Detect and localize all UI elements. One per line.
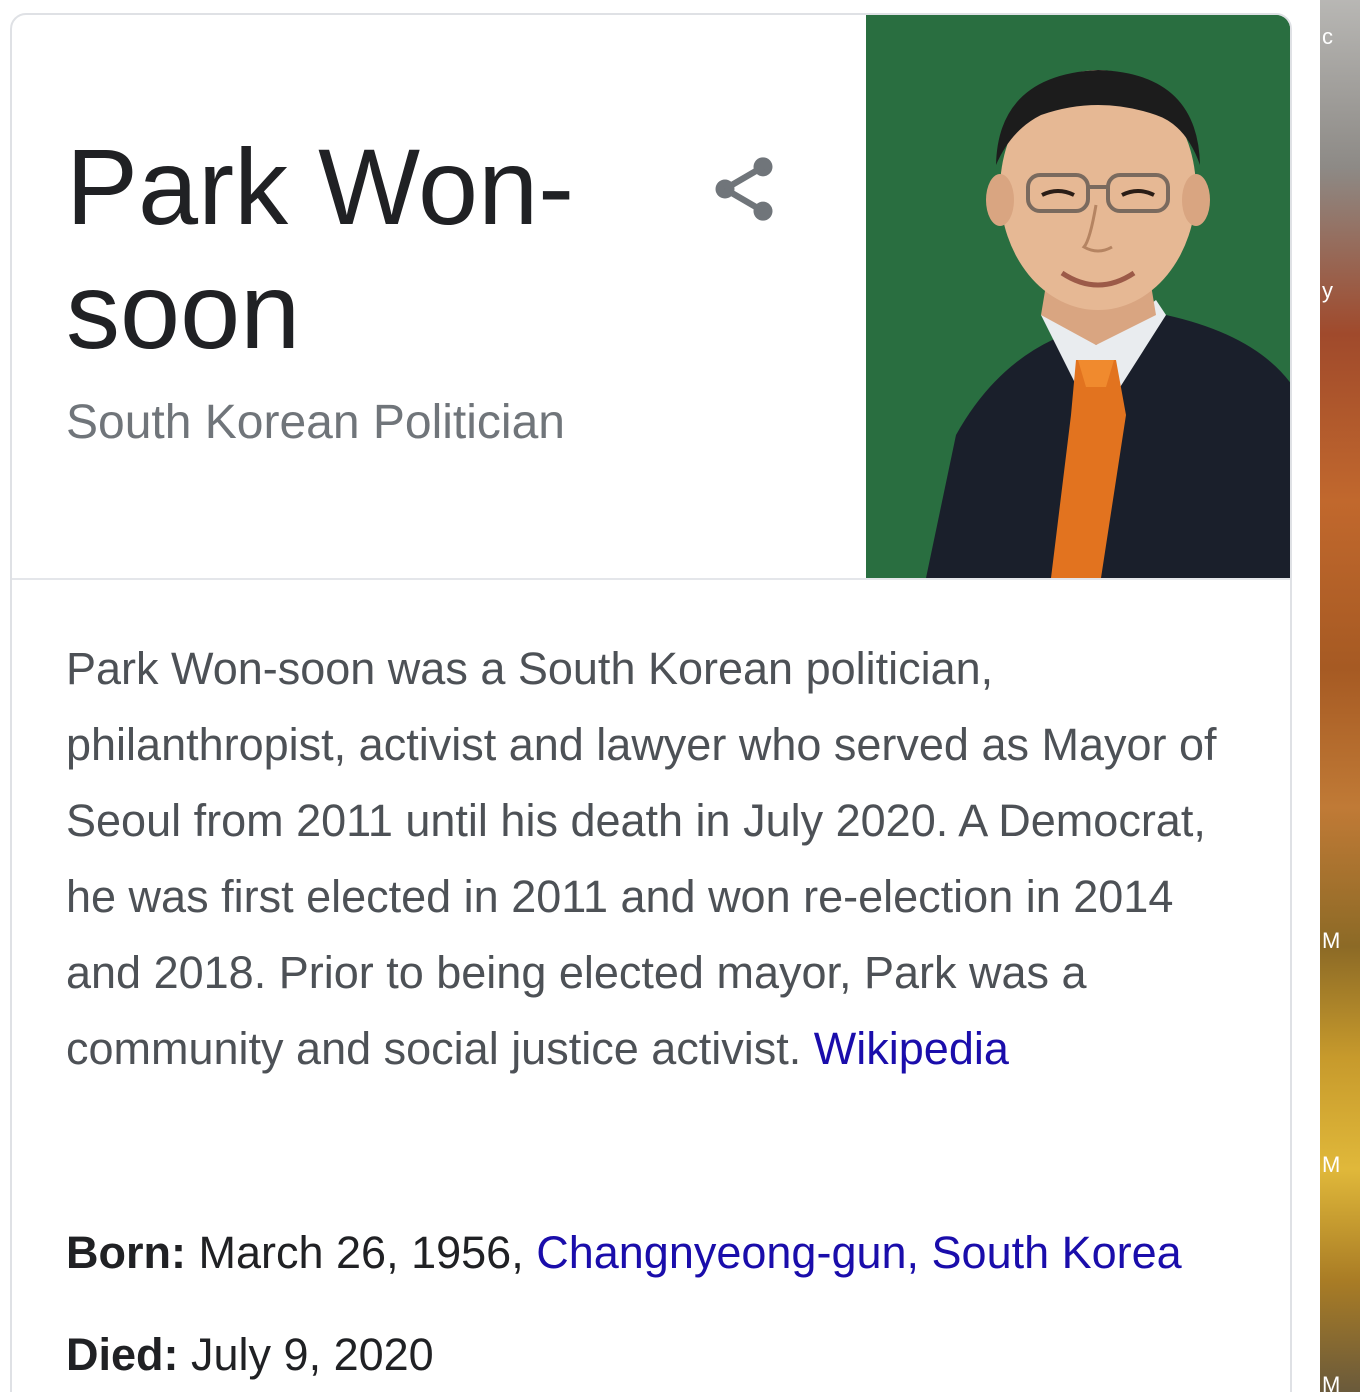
panel-subtitle: South Korean Politician — [66, 396, 565, 449]
born-label: Born: — [66, 1227, 186, 1278]
died-value: July 9, 2020 — [191, 1329, 434, 1380]
born-place-link[interactable]: Changnyeong-gun, South Korea — [536, 1227, 1182, 1278]
panel-description: Park Won-soon was a South Korean politic… — [66, 631, 1246, 1087]
share-icon — [715, 157, 773, 221]
fact-died: Died: July 9, 2020 — [66, 1327, 1266, 1383]
page: Park Won-soon South Korean Politician Pa… — [0, 0, 1360, 1392]
desktop-label: c — [1322, 24, 1333, 49]
panel-title: Park Won-soon — [66, 126, 575, 371]
portrait-image — [866, 15, 1290, 578]
fact-born: Born: March 26, 1956, Changnyeong-gun, S… — [66, 1225, 1266, 1281]
desktop-label: y — [1322, 278, 1333, 303]
portrait-photo[interactable] — [866, 15, 1290, 578]
born-value: March 26, 1956, — [198, 1227, 524, 1278]
wikipedia-link[interactable]: Wikipedia — [814, 1023, 1009, 1074]
desktop-label: M — [1322, 928, 1341, 953]
knowledge-panel: Park Won-soon South Korean Politician Pa… — [10, 13, 1292, 1392]
desktop-label: M — [1322, 1152, 1341, 1177]
desktop-label: M — [1322, 1372, 1341, 1392]
died-label: Died: — [66, 1329, 179, 1380]
description-text: Park Won-soon was a South Korean politic… — [66, 643, 1217, 1074]
desktop-background — [1320, 0, 1360, 1392]
panel-header: Park Won-soon South Korean Politician — [12, 15, 1290, 580]
share-button[interactable] — [706, 151, 782, 227]
